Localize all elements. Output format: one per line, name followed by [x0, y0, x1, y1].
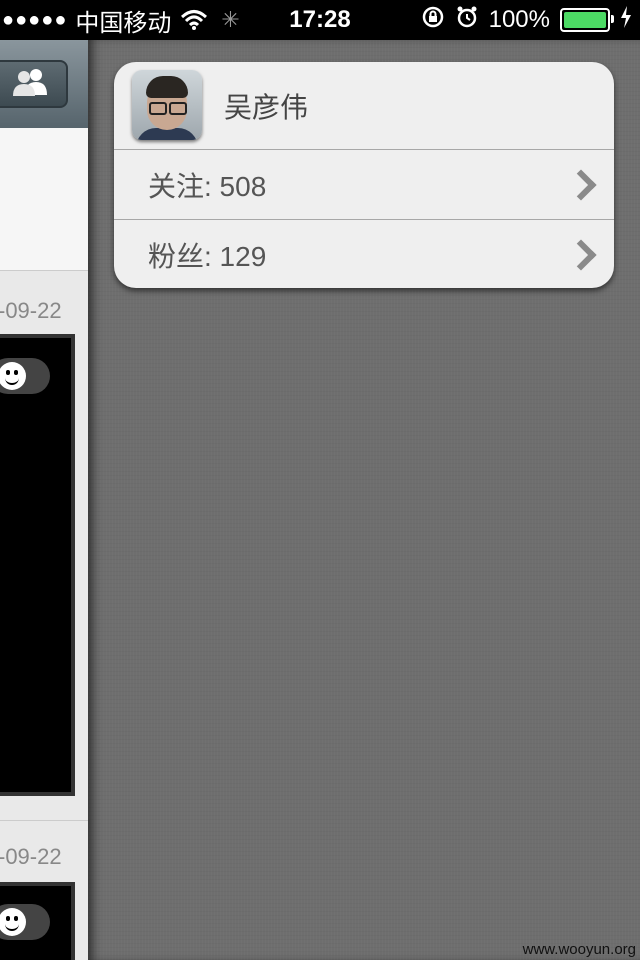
- contacts-button[interactable]: [0, 60, 68, 108]
- users-icon: [8, 67, 52, 102]
- post-date: -09-22: [0, 844, 62, 869]
- chevron-right-icon: [565, 168, 597, 201]
- charging-bolt-icon: [620, 5, 632, 35]
- avatar[interactable]: [132, 70, 202, 140]
- following-label: 关注: 508: [148, 170, 267, 202]
- alarm-icon: [455, 5, 479, 36]
- battery-icon: [560, 8, 614, 32]
- background-app-panel: -09-22 -09-22: [0, 40, 88, 960]
- chevron-right-icon: [565, 238, 597, 271]
- followers-row[interactable]: 粉丝: 129: [114, 219, 614, 288]
- profile-card: 吴彦伟 关注: 508 粉丝: 129: [114, 62, 614, 288]
- smiley-icon: [0, 362, 26, 390]
- side-menu-area: 吴彦伟 关注: 508 粉丝: 129 www.wooyun.org: [88, 40, 640, 960]
- followers-label: 粉丝: 129: [148, 240, 267, 272]
- emoji-button[interactable]: [0, 358, 50, 394]
- emoji-button[interactable]: [0, 904, 50, 940]
- post-date: -09-22: [0, 298, 62, 323]
- battery-percent: 100%: [488, 6, 550, 33]
- watermark: www.wooyun.org: [522, 941, 636, 958]
- status-bar: ●●●●● 中国移动 ✳ 17:28 100%: [0, 0, 640, 40]
- background-app-header: [0, 40, 88, 128]
- post-image[interactable]: [0, 334, 75, 796]
- profile-name: 吴彦伟: [224, 92, 309, 123]
- profile-row[interactable]: 吴彦伟: [114, 62, 614, 148]
- rotation-lock-icon: [421, 5, 445, 36]
- following-row[interactable]: 关注: 508: [114, 149, 614, 219]
- smiley-icon: [0, 908, 26, 936]
- divider: [0, 820, 88, 821]
- background-list-section: [0, 128, 88, 271]
